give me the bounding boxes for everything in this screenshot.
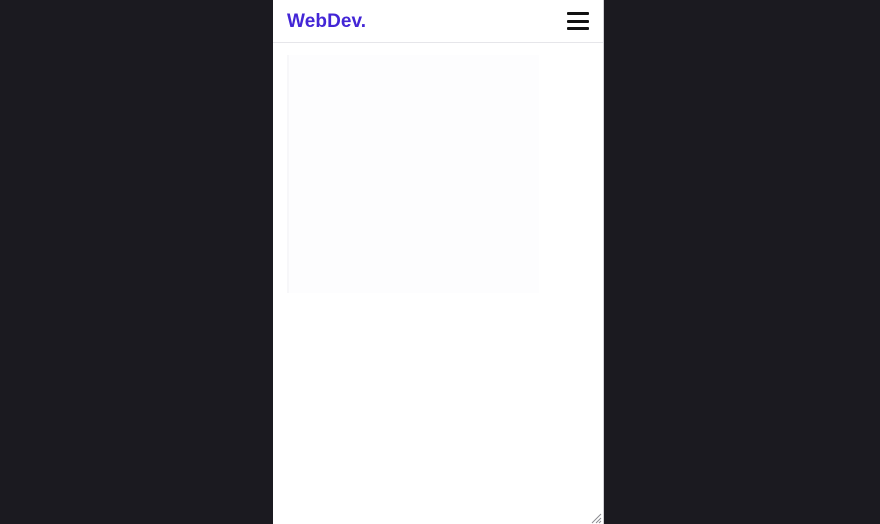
responsive-viewport: WebDev. [273, 0, 604, 524]
preview-stage: WebDev. [0, 0, 880, 524]
menu-bar-bottom [567, 27, 589, 30]
page-content [273, 43, 603, 523]
navbar: WebDev. [273, 0, 603, 43]
resize-grip-svg [591, 513, 602, 524]
resize-grip-icon[interactable] [590, 511, 602, 524]
menu-bar-middle [567, 19, 589, 23]
content-placeholder [287, 55, 539, 293]
hamburger-menu-button[interactable] [567, 10, 591, 32]
menu-bar-top [567, 12, 589, 15]
brand-logo-link[interactable]: WebDev. [287, 11, 366, 33]
